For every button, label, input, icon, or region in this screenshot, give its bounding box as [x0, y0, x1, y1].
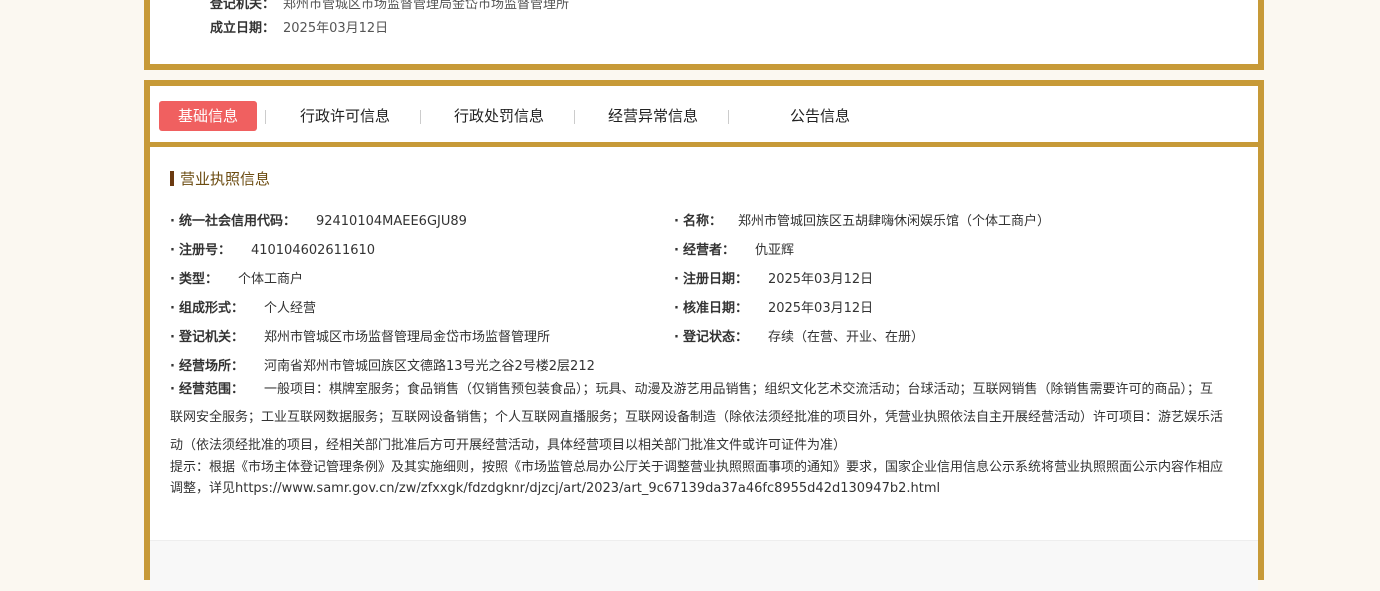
field-status: · 登记状态： 存续（在营、开业、在册） [674, 330, 924, 345]
field-credit-code: · 统一社会信用代码： 92410104MAEE6GJU89 [170, 214, 467, 229]
field-value: 个人经营 [263, 301, 316, 316]
field-value: 一般项目：棋牌室服务；食品销售（仅销售预包装食品）；玩具、动漫及游艺用品销售；组… [170, 382, 1224, 453]
section-title-marker [170, 171, 174, 186]
notice-tip: 提示：根据《市场主体登记管理条例》及其实施细则，按照《市场监管总局办公厅关于调整… [170, 460, 1224, 496]
tab-divider [728, 110, 729, 124]
field-label: 经营者： [682, 243, 735, 258]
tab-admin-penalty[interactable]: 行政处罚信息 [444, 101, 554, 131]
bottom-strip [150, 540, 1258, 591]
tab-divider [265, 110, 266, 124]
field-name: · 名称： 郑州市管城回族区五胡肆嗨休闲娱乐馆（个体工商户） [674, 214, 1050, 229]
section-title: 营业执照信息 [170, 168, 270, 189]
field-value: 郑州市管城区市场监督管理局金岱市场监督管理所 [263, 330, 550, 345]
field-value: 92410104MAEE6GJU89 [315, 214, 467, 229]
tab-abnormal-operation[interactable]: 经营异常信息 [598, 101, 708, 131]
field-value: 2025年03月12日 [767, 301, 874, 316]
field-business-scope: · 经营范围： 一般项目：棋牌室服务；食品销售（仅销售预包装食品）；玩具、动漫及游艺… [170, 382, 1224, 453]
field-label: 注册日期： [682, 272, 748, 287]
field-authority: · 登记机关： 郑州市管城区市场监督管理局金岱市场监督管理所 [170, 330, 550, 345]
tab-divider [574, 110, 575, 124]
field-label: 组成形式： [178, 301, 244, 316]
field-label: 登记状态： [682, 330, 748, 345]
field-label: 核准日期： [682, 301, 748, 316]
field-label: 登记机关： [178, 330, 244, 345]
top-date-label: 成立日期： [210, 21, 276, 36]
tab-admin-license[interactable]: 行政许可信息 [290, 101, 400, 131]
field-address: · 经营场所： 河南省郑州市管城回族区文德路13号光之谷2号楼2层212 [170, 359, 595, 374]
field-reg-no: · 注册号： 410104602611610 [170, 243, 376, 258]
field-type: · 类型： 个体工商户 [170, 272, 303, 287]
field-value: 410104602611610 [250, 243, 376, 258]
field-value: 个体工商户 [237, 272, 303, 287]
field-value: 仇亚辉 [754, 243, 794, 258]
tab-divider [420, 110, 421, 124]
field-label: 统一社会信用代码： [178, 214, 296, 229]
field-label: 类型： [178, 272, 218, 287]
field-value: 河南省郑州市管城回族区文德路13号光之谷2号楼2层212 [263, 359, 595, 374]
business-license-card: 基础信息 行政许可信息 行政处罚信息 经营异常信息 公告信息 营业执照信息 · 统… [144, 80, 1264, 591]
field-label: 经营范围： [178, 382, 244, 397]
field-form: · 组成形式： 个人经营 [170, 301, 316, 316]
tab-basic-info[interactable]: 基础信息 [159, 101, 257, 131]
top-date-value: 2025年03月12日 [283, 21, 389, 36]
field-value: 郑州市管城回族区五胡肆嗨休闲娱乐馆（个体工商户） [737, 214, 1050, 229]
field-label: 经营场所： [178, 359, 244, 374]
tab-bar: 基础信息 行政许可信息 行政处罚信息 经营异常信息 公告信息 [150, 86, 1258, 147]
tab-announcement[interactable]: 公告信息 [780, 101, 860, 131]
top-info-card: 登记机关： 郑州市管城区市场监督管理局金岱市场监督管理所 成立日期： 2025年03… [144, 0, 1264, 70]
field-reg-date: · 注册日期： 2025年03月12日 [674, 272, 874, 287]
field-value: 存续（在营、开业、在册） [767, 330, 924, 345]
field-approve-date: · 核准日期： 2025年03月12日 [674, 301, 874, 316]
field-value: 2025年03月12日 [767, 272, 874, 287]
top-date-row: 成立日期： 2025年03月12日 [210, 17, 388, 36]
top-authority-value: 郑州市管城区市场监督管理局金岱市场监督管理所 [283, 0, 570, 12]
field-label: 名称： [682, 214, 722, 229]
section-title-text: 营业执照信息 [180, 170, 271, 188]
field-operator: · 经营者： 仇亚辉 [674, 243, 794, 258]
top-authority-label: 登记机关： [210, 0, 276, 12]
field-label: 注册号： [178, 243, 231, 258]
top-authority-row: 登记机关： 郑州市管城区市场监督管理局金岱市场监督管理所 [210, 0, 569, 12]
